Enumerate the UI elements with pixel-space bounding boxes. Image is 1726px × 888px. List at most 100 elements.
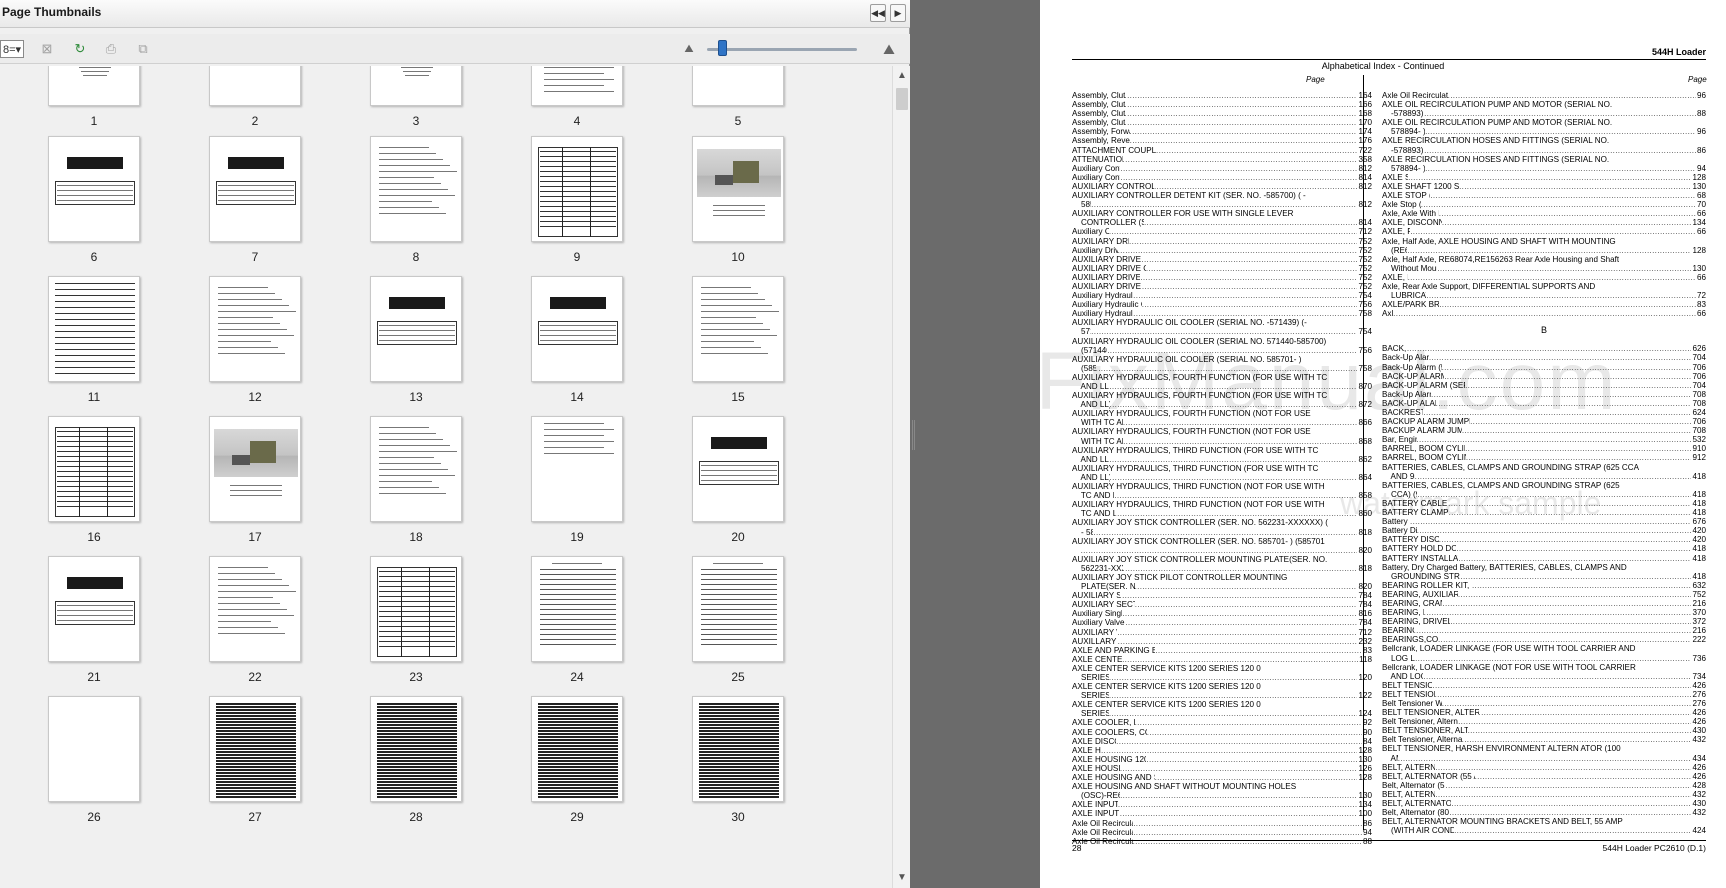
index-entry-page: 704 bbox=[1692, 380, 1706, 390]
page-column-label-right: Page bbox=[1688, 75, 1707, 84]
page-thumbnail[interactable] bbox=[531, 556, 623, 662]
splitter-handle[interactable] bbox=[912, 420, 915, 450]
dot-leader bbox=[1468, 726, 1692, 735]
page-thumbnail[interactable] bbox=[692, 416, 784, 522]
dot-leader bbox=[1407, 344, 1692, 353]
page-thumbnail[interactable] bbox=[531, 696, 623, 802]
index-entry-page: 532 bbox=[1692, 435, 1706, 445]
index-entry: Auxiliary Controller ( - 585700) 812 bbox=[1072, 164, 1372, 173]
index-entry: Axles 66 bbox=[1382, 309, 1706, 318]
page-thumbnail[interactable] bbox=[209, 416, 301, 522]
page-thumbnail[interactable] bbox=[48, 276, 140, 382]
scrollbar-thumb[interactable] bbox=[896, 88, 908, 110]
scroll-up-icon[interactable]: ▲ bbox=[893, 68, 911, 84]
page-thumbnail[interactable] bbox=[692, 276, 784, 382]
index-entry-text: Axle, Half Axle, AXLE HOUSING AND SHAFT … bbox=[1382, 236, 1616, 246]
footer-doc-info: 544H Loader PC2610 (D.1) bbox=[1602, 843, 1706, 853]
zoom-in-icon[interactable]: ⛰ bbox=[880, 40, 898, 58]
index-entry: 562231-XXXXXX) ( - 585700) 818 bbox=[1072, 564, 1372, 573]
zoom-slider-track[interactable] bbox=[707, 48, 857, 51]
page-thumbnail[interactable] bbox=[48, 66, 140, 106]
index-entry-page: 424 bbox=[1692, 826, 1706, 836]
index-entry: Assembly, Clutch (K3) ( - 004094) 164 bbox=[1072, 91, 1372, 100]
page-thumbnail[interactable] bbox=[209, 696, 301, 802]
index-entry-page: 372 bbox=[1692, 617, 1706, 627]
page-thumbnail[interactable] bbox=[370, 136, 462, 242]
index-entry-text: AUXILIARY DRIVE GEAR ADAPTER GASKET bbox=[1072, 272, 1141, 282]
page-thumbnail[interactable] bbox=[692, 136, 784, 242]
index-column-right: Axle Oil Recirculation Pump (578894 - ) 9… bbox=[1382, 91, 1706, 835]
expand-right-icon[interactable]: ▶ bbox=[890, 4, 906, 22]
page-thumbnail[interactable] bbox=[370, 276, 462, 382]
page-thumbnail[interactable] bbox=[209, 66, 301, 106]
index-entry: Assembly, Clutch (K3) (004095 - ) 166 bbox=[1072, 100, 1372, 109]
dot-leader bbox=[1470, 417, 1691, 426]
index-entry: AUXILIARY JOY STICK PILOT CONTROLLER MOU… bbox=[1072, 573, 1372, 582]
page-thumbnail[interactable] bbox=[48, 136, 140, 242]
print-page-icon[interactable]: ⎙ bbox=[102, 40, 120, 58]
index-entry-text: BELT, ALTERNATOR (55 AMP) bbox=[1382, 762, 1436, 772]
dot-leader bbox=[1120, 591, 1358, 600]
index-entry-page: 94 bbox=[1362, 827, 1372, 837]
index-entry: AXLE AND PARKING BRAKE BREATHER EXTENSIO… bbox=[1072, 646, 1372, 655]
page-thumbnail[interactable] bbox=[692, 696, 784, 802]
page-thumbnail[interactable] bbox=[48, 416, 140, 522]
page-thumbnail[interactable] bbox=[692, 66, 784, 106]
app-window: Page Thumbnails ◀◀ ▶ 8=▾ ⊠ ↻ ⎙ ⧉ ⛰ ⛰ 123… bbox=[0, 0, 1726, 888]
index-entry-page: 632 bbox=[1692, 580, 1706, 590]
index-entry: AXLE RECIRCULATION HOSES AND FITTINGS (S… bbox=[1382, 136, 1706, 145]
page-number-label: 5 bbox=[734, 114, 742, 128]
index-entry-page: 130 bbox=[1358, 754, 1372, 764]
page-thumbnail[interactable] bbox=[531, 136, 623, 242]
dot-leader bbox=[1456, 544, 1691, 553]
page-thumbnail[interactable] bbox=[48, 556, 140, 662]
index-entry-page: 370 bbox=[1692, 608, 1706, 618]
index-entry-page: 72 bbox=[1696, 291, 1706, 301]
page-thumbnail[interactable] bbox=[209, 556, 301, 662]
insert-page-icon[interactable]: ⧉ bbox=[134, 40, 152, 58]
index-entry: BACKUP ALARM JUMPER HARNESS (578413 - XX… bbox=[1382, 417, 1706, 426]
index-entry-text: (WITH AIR CONDITIONING) (SN -576567) bbox=[1390, 826, 1455, 836]
index-entry: BELT, ALTERNATOR (80 AMP) 432 bbox=[1382, 790, 1706, 799]
index-entry-page: 818 bbox=[1358, 563, 1372, 573]
page-thumbnail[interactable] bbox=[531, 276, 623, 382]
index-entry-page: 722 bbox=[1358, 145, 1372, 155]
zoom-out-icon[interactable]: ⛰ bbox=[680, 40, 698, 58]
dot-leader bbox=[1135, 600, 1358, 609]
page-thumbnail[interactable] bbox=[209, 276, 301, 382]
collapse-left-icon[interactable]: ◀◀ bbox=[870, 4, 886, 22]
index-entry: AUXILIARY DRIVE GEAR ADAPTER GASKET 752 bbox=[1072, 273, 1372, 282]
index-entry-text: AUXILIARY DRIVE ADAPTER GEAR bbox=[1072, 236, 1129, 246]
index-entry-page: 122 bbox=[1358, 691, 1372, 701]
index-entry-text: SERIES-RE166424 bbox=[1080, 673, 1109, 682]
delete-page-icon[interactable]: ⊠ bbox=[38, 40, 56, 58]
page-number-label: 6 bbox=[90, 250, 98, 264]
index-entry-text: Axle, Rear Axle Support, DIFFERENTIAL SU… bbox=[1382, 281, 1596, 291]
page-thumbnail[interactable] bbox=[692, 556, 784, 662]
page-thumbnail[interactable] bbox=[531, 66, 623, 106]
dot-leader bbox=[1454, 826, 1691, 835]
scroll-down-icon[interactable]: ▼ bbox=[893, 870, 911, 886]
index-entry-text: Assembly, Clutch (K4) ( - 004094) bbox=[1072, 109, 1125, 119]
page-thumbnail[interactable] bbox=[370, 66, 462, 106]
page-thumbnail[interactable] bbox=[48, 696, 140, 802]
index-entry-text: AXLE INPUT YOKE-RE68069 bbox=[1072, 809, 1120, 819]
index-entry-text: AUXILIARY DRIVE GEAR ADAPTER BEARING bbox=[1072, 254, 1141, 264]
dot-leader bbox=[1120, 164, 1357, 173]
page-thumbnail[interactable] bbox=[209, 136, 301, 242]
page-thumbnail[interactable] bbox=[531, 416, 623, 522]
vertical-scrollbar[interactable]: ▲ ▼ bbox=[892, 66, 910, 888]
page-thumbnail[interactable] bbox=[370, 416, 462, 522]
page-thumbnail[interactable] bbox=[370, 696, 462, 802]
options-menu-icon[interactable]: 8=▾ bbox=[0, 40, 24, 58]
index-entry: (571440 - 585700) 756 bbox=[1072, 346, 1372, 355]
index-entry-page: 756 bbox=[1358, 300, 1372, 310]
index-entry-text: AXLE SHAFT bbox=[1382, 172, 1409, 182]
index-entry-text: BELT, ALTERNATOR (80 AMP) (WITH A/C) bbox=[1382, 799, 1452, 809]
index-entry-page: 66 bbox=[1696, 227, 1706, 237]
zoom-slider-thumb[interactable] bbox=[718, 40, 727, 56]
index-entry-page: 734 bbox=[1692, 671, 1706, 681]
rotate-page-icon[interactable]: ↻ bbox=[71, 40, 89, 58]
page-thumbnail[interactable] bbox=[370, 556, 462, 662]
index-entry: BEARINGS,CONNECTING ROD 222 bbox=[1382, 635, 1706, 644]
